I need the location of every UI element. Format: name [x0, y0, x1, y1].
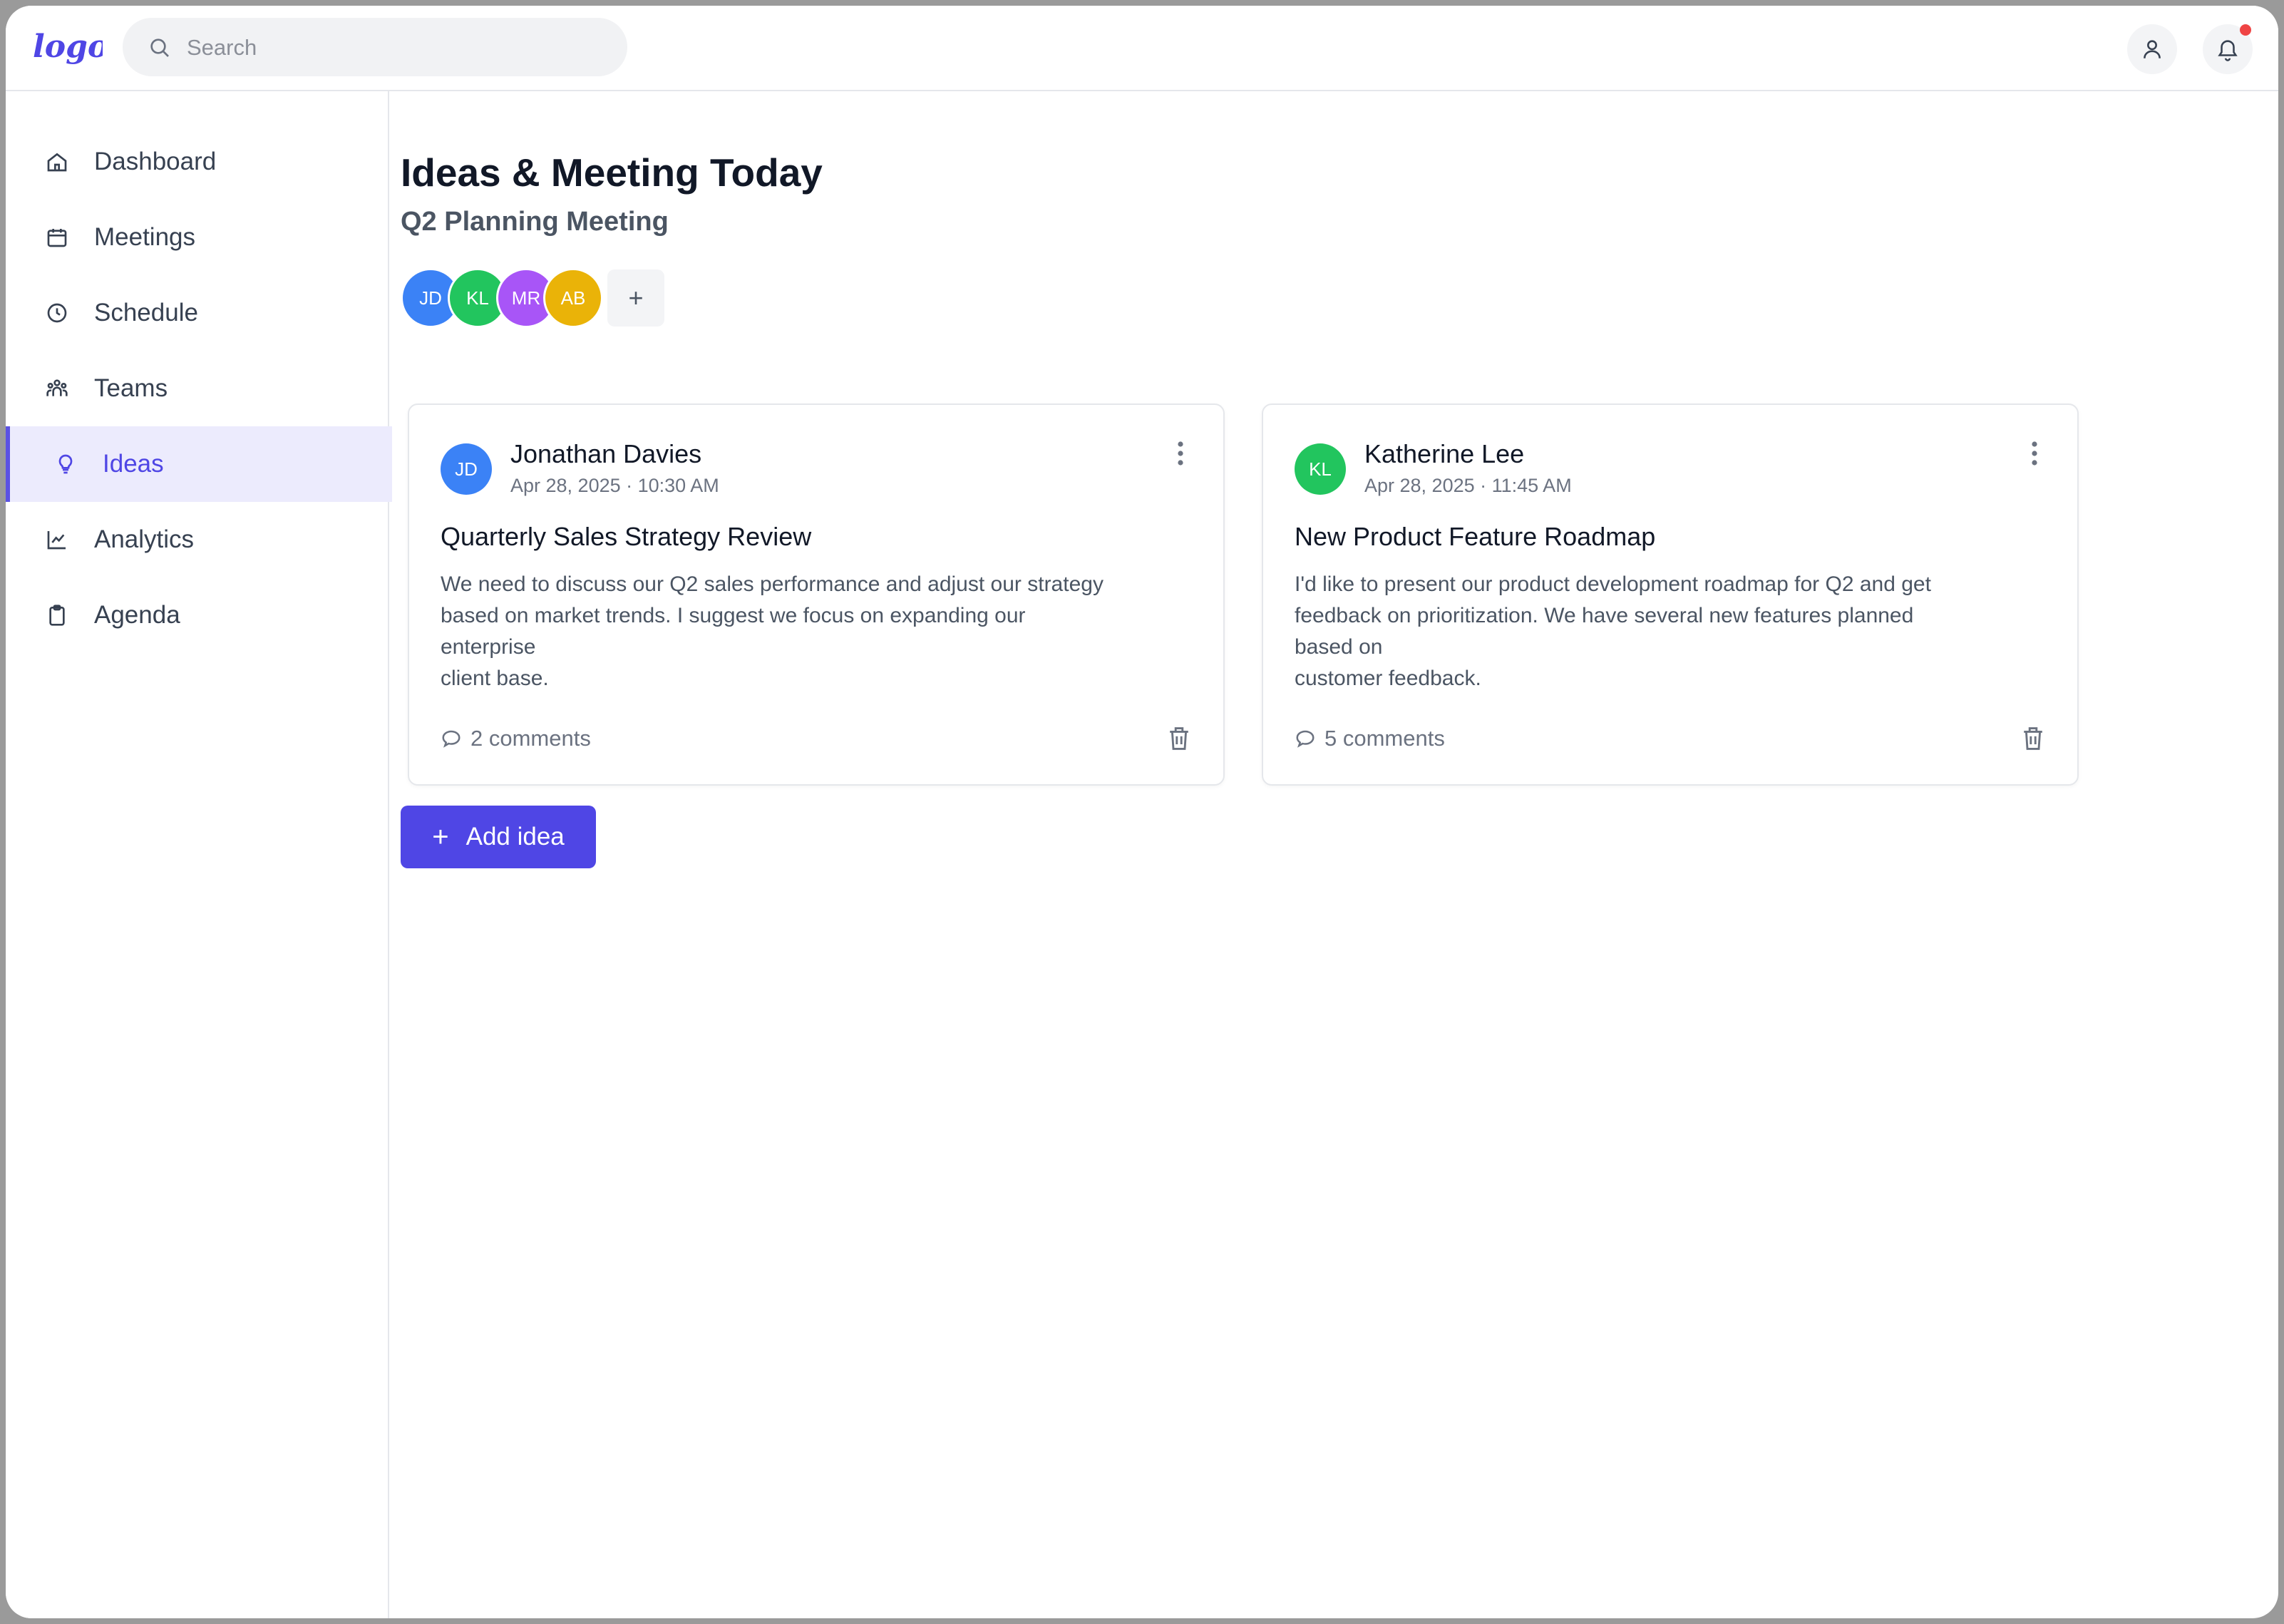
comments-count: 5 comments [1324, 726, 1445, 751]
sidebar-item-dashboard[interactable]: Dashboard [6, 124, 388, 200]
sidebar-item-analytics[interactable]: Analytics [6, 502, 388, 577]
page-title: Ideas & Meeting Today [401, 150, 823, 195]
trash-icon[interactable] [2022, 726, 2044, 751]
search-icon [150, 38, 169, 57]
home-icon [47, 153, 67, 172]
idea-title: Quarterly Sales Strategy Review [441, 522, 812, 551]
comment-icon [442, 730, 461, 748]
sidebar-item-agenda[interactable]: Agenda [6, 577, 388, 653]
user-icon [2144, 40, 2161, 58]
idea-description: I'd like to present our product developm… [1295, 572, 1931, 690]
sidebar-item-label: Analytics [94, 525, 195, 553]
avatar: JD [441, 443, 492, 495]
search-bar [123, 18, 627, 78]
sidebar-item-teams[interactable]: Teams [6, 351, 388, 426]
idea-timestamp: Apr 28, 2025 · 10:30 AM [510, 475, 719, 496]
sidebar-item-ideas[interactable]: Ideas [6, 426, 392, 502]
meeting-subtitle: Q2 Planning Meeting [401, 207, 669, 237]
sidebar-item-label: Meetings [94, 223, 196, 251]
sidebar-item-label: Dashboard [94, 148, 217, 175]
lightbulb-icon [58, 454, 73, 474]
main-content: Ideas & Meeting Today Q2 Planning Meetin… [401, 91, 2278, 1618]
avatar: KL [1295, 443, 1346, 495]
plus-icon: + [432, 821, 449, 853]
search-input[interactable] [185, 18, 602, 78]
sidebar-item-label: Ideas [103, 450, 164, 478]
svg-text:logo: logo [33, 29, 103, 65]
comments-count: 2 comments [470, 726, 591, 751]
idea-card: KL Katherine Lee Apr 28, 2025 · 11:45 AM… [1262, 404, 2079, 786]
sidebar-item-meetings[interactable]: Meetings [6, 200, 388, 275]
clipboard-icon [49, 605, 65, 626]
add-idea-button[interactable]: + Add idea [401, 806, 596, 868]
bell-icon [2218, 40, 2238, 61]
sidebar-item-label: Agenda [94, 601, 180, 629]
sidebar-item-schedule[interactable]: Schedule [6, 275, 388, 351]
comments-link[interactable]: 5 comments [1295, 724, 1445, 753]
idea-author: Katherine Lee [1364, 439, 1525, 468]
sidebar-item-label: Schedule [94, 299, 198, 327]
add-participant-button[interactable]: + [607, 269, 664, 327]
idea-card: JD Jonathan Davies Apr 28, 2025 · 10:30 … [408, 404, 1225, 786]
idea-timestamp: Apr 28, 2025 · 11:45 AM [1364, 475, 1572, 496]
profile-button[interactable] [2127, 24, 2177, 74]
more-options-icon[interactable] [1176, 441, 1185, 466]
more-options-icon[interactable] [2030, 441, 2039, 466]
chart-icon [47, 531, 66, 550]
sidebar: Dashboard Meetings Schedule Teams Ideas … [6, 91, 392, 1618]
idea-description: We need to discuss our Q2 sales performa… [441, 572, 1104, 690]
app-window: logo Dashboard [6, 6, 2278, 1618]
trash-icon[interactable] [1168, 726, 1190, 751]
clock-icon [47, 303, 67, 323]
comments-link[interactable]: 2 comments [441, 724, 591, 753]
participant-avatar-ab[interactable]: AB [543, 268, 603, 328]
logo[interactable]: logo [31, 27, 103, 73]
idea-author: Jonathan Davies [510, 439, 702, 468]
notification-dot [2240, 24, 2251, 36]
notifications-button[interactable] [2203, 24, 2253, 74]
top-bar: logo [6, 6, 2278, 91]
team-icon [46, 379, 68, 396]
sidebar-item-label: Teams [94, 374, 168, 402]
add-idea-label: Add idea [465, 823, 565, 850]
comment-icon [1296, 730, 1315, 748]
calendar-icon [47, 229, 67, 247]
idea-title: New Product Feature Roadmap [1295, 522, 1656, 551]
